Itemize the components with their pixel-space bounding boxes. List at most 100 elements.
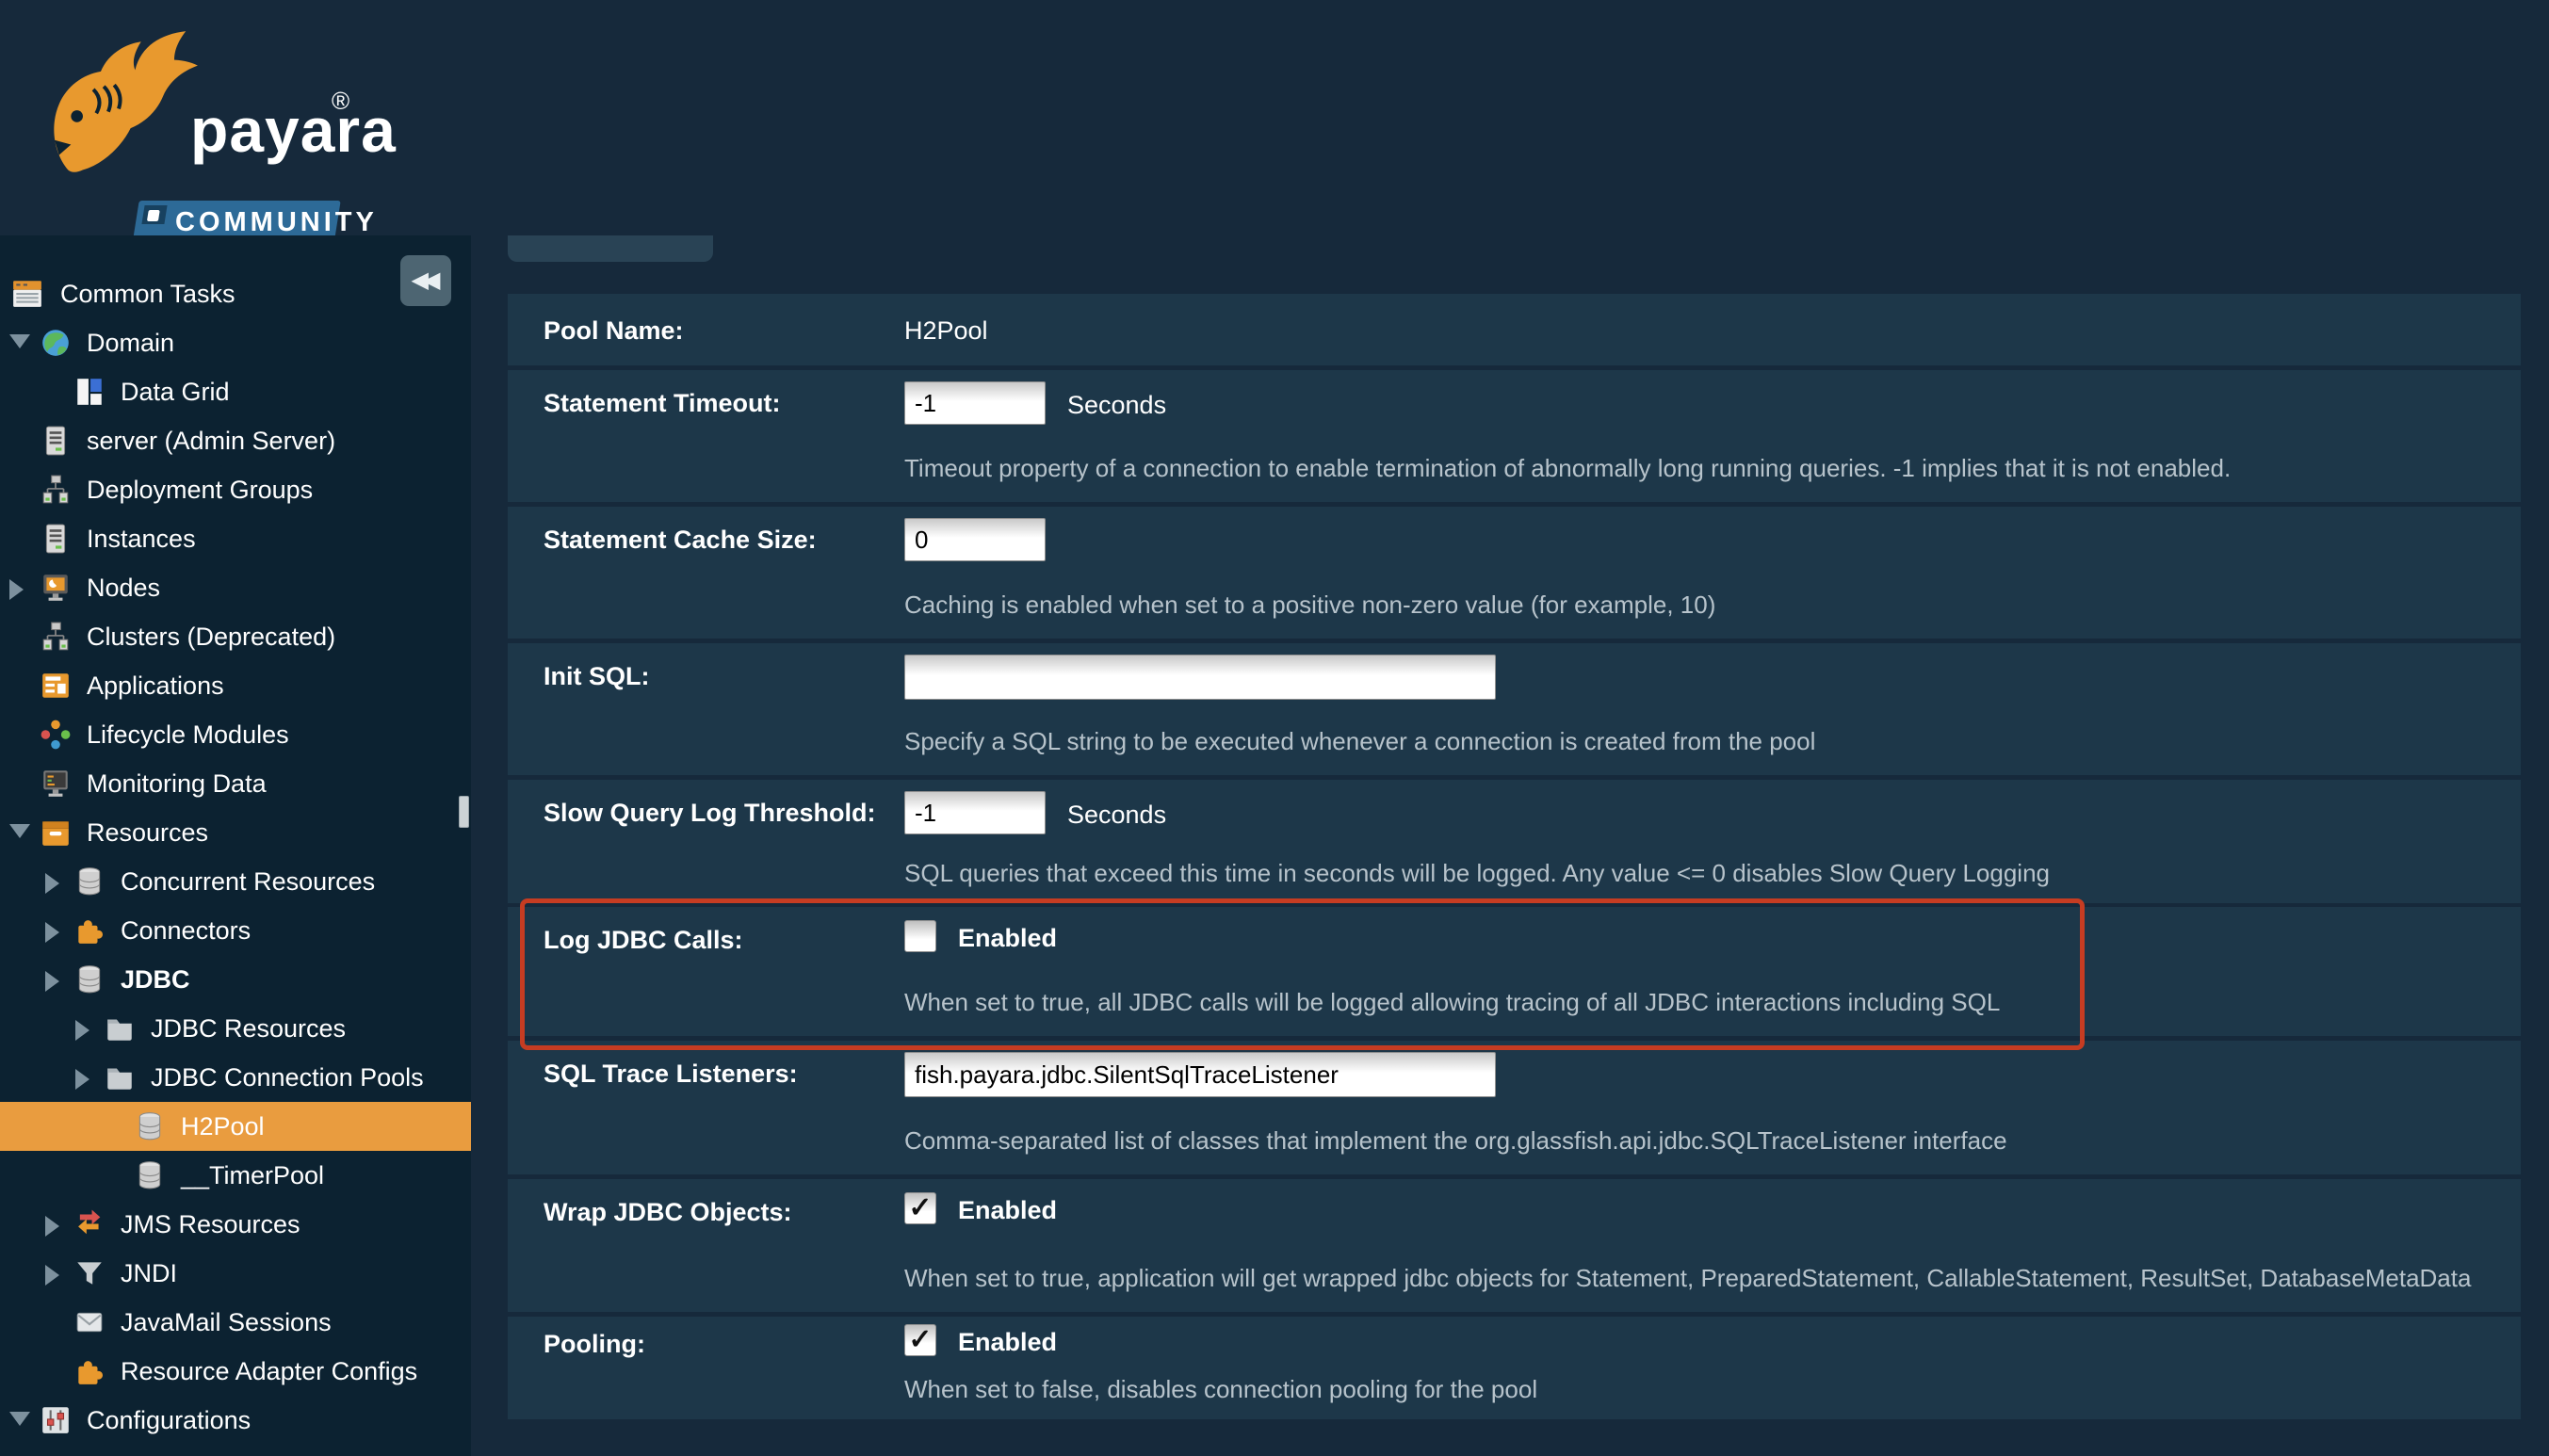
field-description: Comma-separated list of classes that imp… (904, 1126, 2007, 1156)
init-sql-input[interactable] (904, 655, 1496, 700)
sidebar-item-label: Domain (87, 318, 174, 367)
sidebar-item-label: Concurrent Resources (121, 857, 375, 906)
expander-open-icon[interactable] (9, 334, 30, 348)
expander-open-icon[interactable] (9, 824, 30, 838)
expander-closed-icon[interactable] (45, 873, 59, 894)
monitor-orange-icon (40, 572, 72, 604)
expander-closed-icon[interactable] (45, 1265, 59, 1286)
sidebar-item-label: Instances (87, 514, 196, 563)
field-label: Pool Name: (544, 316, 684, 346)
sidebar-item-deployment-groups[interactable]: Deployment Groups (0, 465, 471, 514)
wrap-jdbc-objects-checkbox[interactable]: ✓ (904, 1192, 936, 1224)
grid-icon (73, 376, 106, 408)
jms-arrows-icon (73, 1208, 106, 1240)
field-description: When set to true, all JDBC calls will be… (904, 988, 2000, 1017)
sidebar-item-label: JDBC Resources (151, 1004, 346, 1053)
sidebar-item-jndi[interactable]: JNDI (0, 1249, 471, 1298)
sidebar-item-lifecycle-modules[interactable]: Lifecycle Modules (0, 710, 471, 759)
pooling-checkbox[interactable]: ✓ (904, 1324, 936, 1356)
field-row-init-sql: Init SQL: Specify a SQL string to be exe… (508, 643, 2521, 775)
field-label: Statement Timeout: (544, 389, 781, 418)
field-label: Pooling: (544, 1330, 645, 1359)
globe-icon (40, 327, 72, 359)
top-header-bar: payara ® COMMUNITY (0, 0, 2549, 235)
sidebar-item-jms-resources[interactable]: JMS Resources (0, 1200, 471, 1249)
sidebar-item-jdbc[interactable]: JDBC (0, 955, 471, 1004)
slow-query-log-threshold-input[interactable] (904, 791, 1046, 834)
sidebar-item-label: JNDI (121, 1249, 177, 1298)
badge-notch-icon (141, 205, 167, 224)
field-description: Specify a SQL string to be executed when… (904, 727, 1815, 756)
field-label: Init SQL: (544, 662, 649, 691)
sidebar-item-label: Lifecycle Modules (87, 710, 289, 759)
expander-closed-icon[interactable] (45, 1216, 59, 1237)
sidebar-item-resource-adapter-configs[interactable]: Resource Adapter Configs (0, 1347, 471, 1396)
field-row-pool-name: Pool Name: H2Pool (508, 294, 2521, 365)
sidebar-item-label: Monitoring Data (87, 759, 267, 808)
sidebar-item-nodes[interactable]: Nodes (0, 563, 471, 612)
sidebar-item-server-admin-server[interactable]: server (Admin Server) (0, 416, 471, 465)
puzzle-icon (73, 1355, 106, 1387)
statement-timeout-input[interactable] (904, 381, 1046, 425)
expander-closed-icon[interactable] (75, 1020, 89, 1041)
sidebar-item-common-tasks[interactable]: Common Tasks (0, 269, 471, 318)
sidebar-item-label: JDBC (121, 955, 190, 1004)
expander-closed-icon[interactable] (45, 922, 59, 943)
field-row-statement-timeout: Statement Timeout: Seconds Timeout prope… (508, 370, 2521, 502)
field-description: Timeout property of a connection to enab… (904, 454, 2231, 483)
field-description: SQL queries that exceed this time in sec… (904, 859, 2050, 888)
enabled-label: Enabled (958, 1328, 1057, 1357)
sidebar-item-label: server (Admin Server) (87, 416, 335, 465)
sidebar-item-applications[interactable]: Applications (0, 661, 471, 710)
enabled-label: Enabled (958, 1196, 1057, 1225)
app-window-icon (40, 670, 72, 702)
box-icon (40, 817, 72, 849)
sidebar-item-label: JDBC Connection Pools (151, 1053, 424, 1102)
field-row-sql-trace-listeners: SQL Trace Listeners: Comma-separated lis… (508, 1041, 2521, 1174)
field-row-log-jdbc-calls: Log JDBC Calls: Enabled When set to true… (508, 907, 2521, 1036)
sidebar-item-jdbc-connection-pools[interactable]: JDBC Connection Pools (0, 1053, 471, 1102)
sidebar-item-data-grid[interactable]: Data Grid (0, 367, 471, 416)
mail-icon (73, 1306, 106, 1338)
tab-stub[interactable] (508, 235, 713, 262)
expander-closed-icon[interactable] (9, 579, 24, 600)
sidebar-item-timerpool[interactable]: __TimerPool (0, 1151, 471, 1200)
sidebar-item-domain[interactable]: Domain (0, 318, 471, 367)
expander-closed-icon[interactable] (75, 1069, 89, 1090)
field-row-pooling: Pooling: ✓ Enabled When set to false, di… (508, 1317, 2521, 1419)
sidebar-item-concurrent-resources[interactable]: Concurrent Resources (0, 857, 471, 906)
navigation-sidebar: ◀◀ Common TasksDomainData Gridserver (Ad… (0, 235, 471, 1456)
field-label: Slow Query Log Threshold: (544, 799, 876, 828)
sidebar-item-label: JMS Resources (121, 1200, 300, 1249)
expander-closed-icon[interactable] (45, 971, 59, 992)
seconds-suffix: Seconds (1067, 801, 1166, 830)
monitor-dark-icon (40, 768, 72, 800)
log-jdbc-calls-checkbox[interactable] (904, 920, 936, 952)
server-icon (40, 425, 72, 457)
sidebar-item-label: H2Pool (181, 1102, 265, 1151)
field-row-wrap-jdbc-objects: Wrap JDBC Objects: ✓ Enabled When set to… (508, 1179, 2521, 1312)
brand-wordmark: payara (190, 94, 397, 166)
sidebar-item-label: Clusters (Deprecated) (87, 612, 335, 661)
statement-cache-size-input[interactable] (904, 518, 1046, 561)
sidebar-item-instances[interactable]: Instances (0, 514, 471, 563)
sidebar-item-jdbc-resources[interactable]: JDBC Resources (0, 1004, 471, 1053)
community-badge-label: COMMUNITY (175, 207, 337, 238)
sidebar-item-clusters-deprecated[interactable]: Clusters (Deprecated) (0, 612, 471, 661)
tasks-icon (11, 278, 43, 310)
sidebar-item-label: Applications (87, 661, 224, 710)
sidebar-item-resources[interactable]: Resources (0, 808, 471, 857)
field-label: SQL Trace Listeners: (544, 1060, 798, 1089)
sidebar-item-connectors[interactable]: Connectors (0, 906, 471, 955)
sliders-icon (40, 1404, 72, 1436)
sql-trace-listeners-input[interactable] (904, 1052, 1496, 1097)
sidebar-item-label: Connectors (121, 906, 251, 955)
field-label: Statement Cache Size: (544, 526, 817, 555)
expander-open-icon[interactable] (9, 1412, 30, 1426)
sidebar-item-javamail-sessions[interactable]: JavaMail Sessions (0, 1298, 471, 1347)
field-description: When set to true, application will get w… (904, 1264, 2471, 1293)
sidebar-item-h2pool[interactable]: H2Pool (0, 1102, 471, 1151)
sidebar-item-monitoring-data[interactable]: Monitoring Data (0, 759, 471, 808)
sidebar-item-label: Configurations (87, 1396, 251, 1445)
sidebar-item-configurations[interactable]: Configurations (0, 1396, 471, 1445)
